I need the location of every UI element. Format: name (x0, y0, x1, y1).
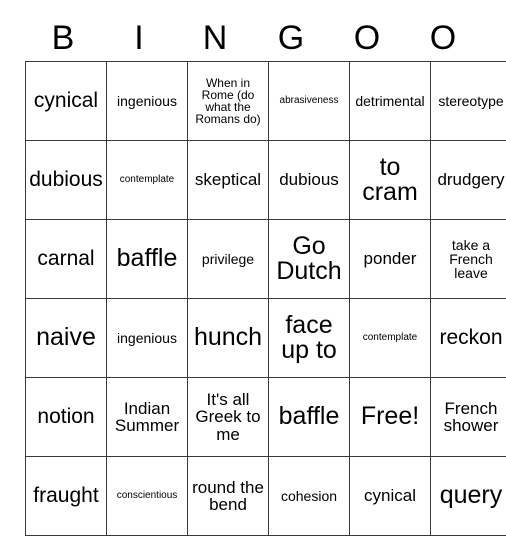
bingo-row: notion Indian Summer It's all Greek to m… (25, 377, 506, 457)
bingo-cell[interactable]: contemplate (349, 298, 431, 378)
bingo-cell[interactable]: drudgery (430, 140, 506, 220)
bingo-row: dubious contemplate skeptical dubious to… (25, 140, 506, 220)
bingo-row: fraught conscientious round the bend coh… (25, 456, 506, 536)
bingo-cell[interactable]: Indian Summer (106, 377, 188, 457)
bingo-cell[interactable]: It's all Greek to me (187, 377, 269, 457)
bingo-free-space[interactable]: Free! (349, 377, 431, 457)
bingo-cell[interactable]: privilege (187, 219, 269, 299)
bingo-cell[interactable]: contemplate (106, 140, 188, 220)
bingo-cell[interactable]: baffle (106, 219, 188, 299)
bingo-header-letter-3: N (202, 18, 228, 57)
bingo-cell[interactable]: query (430, 456, 506, 536)
bingo-cell[interactable]: ingenious (106, 61, 188, 141)
bingo-cell[interactable]: baffle (268, 377, 350, 457)
bingo-cell[interactable]: cynical (349, 456, 431, 536)
bingo-cell[interactable]: take a French leave (430, 219, 506, 299)
bingo-grid: cynical ingenious When in Rome (do what … (25, 61, 506, 536)
bingo-cell[interactable]: naive (25, 298, 107, 378)
bingo-cell[interactable]: abrasiveness (268, 61, 350, 141)
bingo-cell[interactable]: skeptical (187, 140, 269, 220)
bingo-cell[interactable]: cohesion (268, 456, 350, 536)
bingo-header-letter-2: I (134, 18, 144, 57)
bingo-cell[interactable]: hunch (187, 298, 269, 378)
bingo-cell[interactable]: When in Rome (do what the Romans do) (187, 61, 269, 141)
bingo-cell[interactable]: dubious (268, 140, 350, 220)
bingo-header-letter-1: B (51, 18, 75, 57)
bingo-cell[interactable]: conscientious (106, 456, 188, 536)
bingo-cell[interactable]: dubious (25, 140, 107, 220)
bingo-cell[interactable]: French shower (430, 377, 506, 457)
bingo-row: cynical ingenious When in Rome (do what … (25, 61, 506, 141)
bingo-cell[interactable]: face up to (268, 298, 350, 378)
bingo-header-letter-4: G (277, 18, 305, 57)
bingo-card: B I N G O O cynical ingenious When in Ro… (25, 14, 506, 536)
bingo-header-row: B I N G O O (25, 14, 481, 61)
bingo-row: carnal baffle privilege Go Dutch ponder … (25, 219, 506, 299)
bingo-cell[interactable]: detrimental (349, 61, 431, 141)
bingo-cell[interactable]: reckon (430, 298, 506, 378)
bingo-cell[interactable]: notion (25, 377, 107, 457)
bingo-cell[interactable]: Go Dutch (268, 219, 350, 299)
bingo-row: naive ingenious hunch face up to contemp… (25, 298, 506, 378)
bingo-cell[interactable]: round the bend (187, 456, 269, 536)
bingo-header-letter-5: O (353, 18, 381, 57)
bingo-cell[interactable]: ingenious (106, 298, 188, 378)
bingo-header-letter-6: O (429, 18, 457, 57)
bingo-cell[interactable]: ponder (349, 219, 431, 299)
bingo-cell[interactable]: cynical (25, 61, 107, 141)
bingo-cell[interactable]: carnal (25, 219, 107, 299)
bingo-cell[interactable]: stereotype (430, 61, 506, 141)
bingo-cell[interactable]: fraught (25, 456, 107, 536)
bingo-cell[interactable]: to cram (349, 140, 431, 220)
